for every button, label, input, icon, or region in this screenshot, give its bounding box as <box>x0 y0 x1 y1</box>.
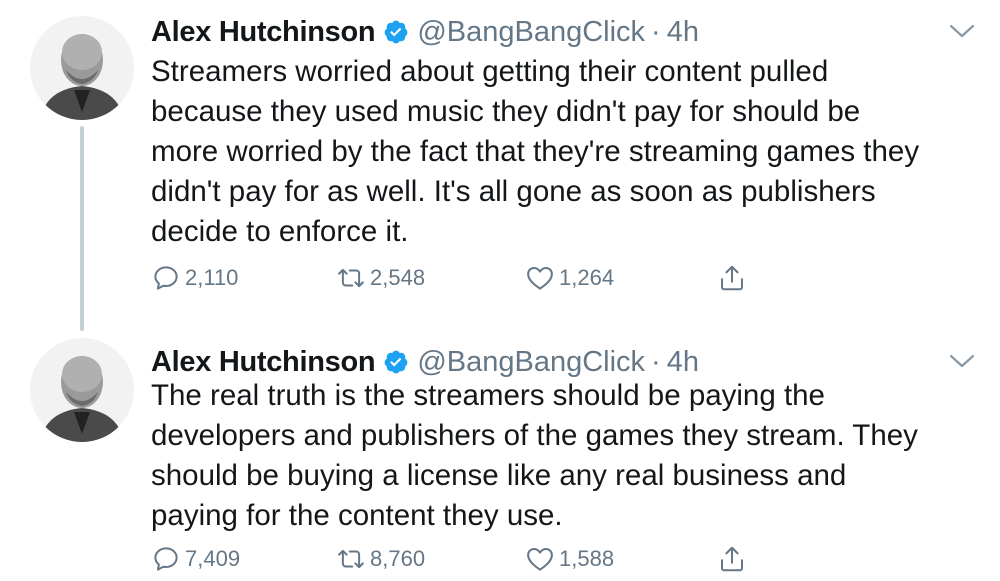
reply-button[interactable]: 2,110 <box>151 261 238 295</box>
author-name[interactable]: Alex Hutchinson <box>151 346 376 379</box>
tweet-text-line: because they used music they didn't pay … <box>151 95 861 128</box>
timestamp[interactable]: 4h <box>667 346 699 379</box>
like-button[interactable]: 1,264 <box>525 261 614 295</box>
share-button[interactable] <box>717 261 747 295</box>
heart-icon <box>527 267 553 290</box>
like-button[interactable]: 1,588 <box>525 542 614 576</box>
avatar[interactable] <box>30 338 134 442</box>
tweet-text-line: paying for the content they use. <box>151 499 563 532</box>
like-count: 1,588 <box>559 546 615 571</box>
separator: · <box>651 345 661 378</box>
share-icon <box>721 265 743 291</box>
tweet-text: Streamers worried about getting their co… <box>151 52 981 252</box>
reply-button[interactable]: 7,409 <box>151 542 240 576</box>
retweet-button[interactable]: 2,548 <box>336 261 425 295</box>
verified-badge-icon <box>384 350 408 374</box>
avatar[interactable] <box>30 16 134 120</box>
tweet-text-line: decide to enforce it. <box>151 215 409 248</box>
retweet-icon <box>338 549 364 569</box>
retweet-icon <box>338 268 364 288</box>
like-count: 1,264 <box>559 265 615 290</box>
author-handle[interactable]: @BangBangClick <box>417 346 645 379</box>
tweet-text-line: developers and publishers of the games t… <box>151 419 918 452</box>
heart-icon <box>527 548 553 571</box>
retweet-button[interactable]: 8,760 <box>336 542 425 576</box>
verified-badge-icon <box>384 20 408 44</box>
tweet-1[interactable]: Alex Hutchinson @BangBangClick · 4h Stre… <box>0 0 1000 331</box>
tweet-actions: 2,110 2,548 1,264 <box>151 261 771 295</box>
share-icon <box>721 546 743 572</box>
reply-icon <box>154 266 178 290</box>
chevron-down-icon[interactable] <box>948 350 976 372</box>
tweet-text-line: didn't pay for as well. It's all gone as… <box>151 175 876 208</box>
tweet-actions: 7,409 8,760 1,588 <box>151 542 771 576</box>
tweet-header: Alex Hutchinson @BangBangClick · 4h <box>151 14 951 50</box>
retweet-count: 2,548 <box>370 265 426 290</box>
timestamp[interactable]: 4h <box>667 16 699 49</box>
tweet-2[interactable]: Alex Hutchinson @BangBangClick · 4h The … <box>0 330 1000 581</box>
tweet-header: Alex Hutchinson @BangBangClick · 4h <box>151 344 951 380</box>
tweet-text-line: should be buying a license like any real… <box>151 459 847 492</box>
share-button[interactable] <box>717 542 747 576</box>
retweet-count: 8,760 <box>370 546 426 571</box>
author-name[interactable]: Alex Hutchinson <box>151 16 376 49</box>
reply-count: 7,409 <box>185 546 241 571</box>
author-handle[interactable]: @BangBangClick <box>417 16 645 49</box>
reply-count: 2,110 <box>185 265 239 290</box>
thread-line <box>80 126 84 331</box>
tweet-text-line: more worried by the fact that they're st… <box>151 135 920 168</box>
tweet-text-line: The real truth is the streamers should b… <box>151 379 825 412</box>
reply-icon <box>154 547 178 571</box>
chevron-down-icon[interactable] <box>948 20 976 42</box>
tweet-text-line: Streamers worried about getting their co… <box>151 55 829 88</box>
tweet-text: The real truth is the streamers should b… <box>151 376 981 536</box>
separator: · <box>651 15 661 48</box>
